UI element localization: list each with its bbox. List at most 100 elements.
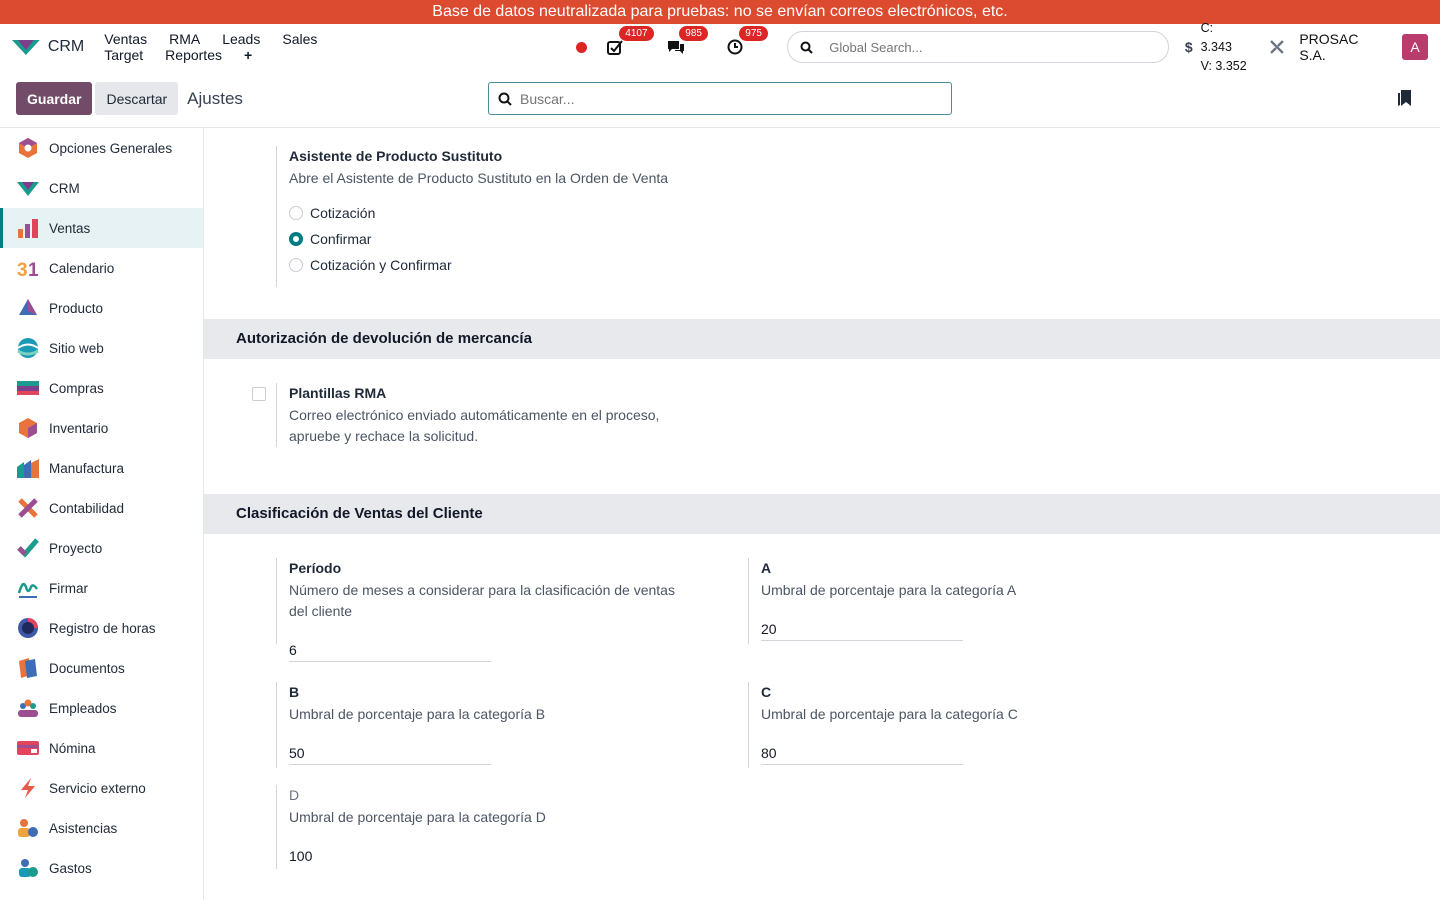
category-b-input[interactable]: 50: [289, 741, 491, 765]
radio-button-checked[interactable]: [289, 232, 303, 246]
sidebar-item-crm[interactable]: CRM: [0, 168, 203, 208]
exchange-rate: $ C: 3.343 V: 3.352: [1185, 19, 1248, 76]
manufacturing-app-icon: [17, 459, 39, 478]
radio-button[interactable]: [289, 258, 303, 272]
documents-app-icon: [19, 658, 37, 678]
checkbox-activity-icon: [607, 40, 624, 55]
period-input[interactable]: 6: [289, 638, 491, 662]
sidebar-item-calendario[interactable]: 31 Calendario: [0, 248, 203, 288]
menu-leads[interactable]: Leads: [222, 31, 260, 47]
search-icon: [800, 41, 813, 54]
setting-divider: [276, 146, 277, 287]
menu-reportes[interactable]: Reportes: [165, 47, 222, 63]
setting-divider: [276, 558, 277, 644]
bookmark-icon[interactable]: [1398, 90, 1412, 107]
sidebar-item-asistencias[interactable]: Asistencias: [0, 808, 203, 848]
sidebar-item-firmar[interactable]: Firmar: [0, 568, 203, 608]
rma-templates-setting: Plantillas RMA Correo electrónico enviad…: [289, 385, 659, 447]
radio-option-confirmar[interactable]: Confirmar: [289, 226, 668, 252]
purchase-app-icon: [17, 381, 39, 395]
category-c-setting: C Umbral de porcentaje para la categoría…: [761, 684, 1018, 765]
employees-app-icon: [18, 699, 38, 717]
timesheet-app-icon: [18, 618, 38, 638]
company-switcher[interactable]: PROSAC S.A.: [1299, 31, 1388, 63]
sidebar-item-compras[interactable]: Compras: [0, 368, 203, 408]
section-header-rma: Autorización de devolución de mercancía: [204, 319, 1440, 359]
setting-title: C: [761, 684, 772, 700]
sidebar-item-label: Servicio externo: [49, 780, 146, 796]
sidebar-item-inventario[interactable]: Inventario: [0, 408, 203, 448]
setting-divider: [276, 682, 277, 768]
sidebar-item-label: Opciones Generales: [49, 140, 173, 156]
setting-description: Umbral de porcentaje para la categoría C: [761, 706, 1018, 722]
crm-app-icon: [17, 182, 39, 196]
sidebar-item-manufactura[interactable]: Manufactura: [0, 448, 203, 488]
rma-templates-checkbox[interactable]: [252, 387, 266, 401]
period-setting: Período Número de meses a considerar par…: [289, 560, 675, 662]
sidebar-item-proyecto[interactable]: Proyecto: [0, 528, 203, 568]
app-name[interactable]: CRM: [48, 38, 84, 56]
radio-label: Cotización: [310, 205, 376, 221]
setting-description: Umbral de porcentaje para la categoría D: [289, 809, 546, 825]
sidebar-item-gastos[interactable]: Gastos: [0, 848, 203, 888]
setting-divider: [748, 682, 749, 768]
settings-search-box[interactable]: [488, 82, 952, 115]
substitute-product-setting: Asistente de Producto Sustituto Abre el …: [289, 148, 668, 278]
sales-app-icon: [18, 219, 38, 238]
sidebar-item-label: Empleados: [49, 700, 117, 716]
sidebar-item-servicio-externo[interactable]: Servicio externo: [0, 768, 203, 808]
clock-icon: [727, 39, 743, 55]
sidebar-item-label: CRM: [49, 180, 80, 196]
global-search-box[interactable]: [787, 31, 1169, 63]
settings-app-icon: [19, 138, 37, 158]
category-a-setting: A Umbral de porcentaje para la categoría…: [761, 560, 1016, 641]
menu-ventas[interactable]: Ventas: [104, 31, 147, 47]
radio-button[interactable]: [289, 206, 303, 220]
sidebar-item-label: Firmar: [49, 580, 88, 596]
setting-description-line2: del cliente: [289, 603, 353, 619]
crm-logo-icon[interactable]: [12, 38, 40, 56]
sidebar-item-label: Registro de horas: [49, 620, 156, 636]
global-search-input[interactable]: [829, 39, 1130, 55]
radio-option-cotizacion-y-confirmar[interactable]: Cotización y Confirmar: [289, 252, 668, 278]
category-a-input[interactable]: 20: [761, 617, 963, 641]
attendance-app-icon: [18, 819, 38, 837]
sidebar-item-nomina[interactable]: Nómina: [0, 728, 203, 768]
settings-content: Asistente de Producto Sustituto Abre el …: [204, 128, 1440, 900]
dollar-icon: $: [1184, 39, 1193, 55]
tools-icon[interactable]: [1269, 39, 1285, 55]
setting-divider: [276, 785, 277, 869]
category-c-input[interactable]: 80: [761, 741, 963, 765]
svg-text:3: 3: [17, 260, 28, 279]
plus-icon[interactable]: +: [244, 47, 252, 63]
discard-button[interactable]: Descartar: [95, 82, 179, 115]
messages-count-badge: 985: [679, 26, 708, 41]
calendar-app-icon: 31: [17, 260, 39, 279]
save-button[interactable]: Guardar: [16, 82, 93, 115]
radio-option-cotizacion[interactable]: Cotización: [289, 200, 668, 226]
sidebar-item-documentos[interactable]: Documentos: [0, 648, 203, 688]
sidebar-item-empleados[interactable]: Empleados: [0, 688, 203, 728]
sidebar-item-opciones-generales[interactable]: Opciones Generales: [0, 128, 203, 168]
activity-button[interactable]: 4107: [607, 26, 654, 59]
website-app-icon: [17, 338, 39, 358]
messages-button[interactable]: 985: [667, 26, 708, 59]
sidebar-item-registro-de-horas[interactable]: Registro de horas: [0, 608, 203, 648]
setting-title: Asistente de Producto Sustituto: [289, 148, 503, 164]
settings-search-input[interactable]: [520, 90, 920, 107]
product-app-icon: [19, 299, 37, 315]
sidebar-item-sitio-web[interactable]: Sitio web: [0, 328, 203, 368]
sidebar-item-ventas[interactable]: Ventas: [0, 208, 203, 248]
sidebar-item-contabilidad[interactable]: Contabilidad: [0, 488, 203, 528]
main-menu: Ventas RMA Leads Sales Target Reportes +: [104, 31, 488, 63]
inventory-app-icon: [19, 418, 37, 438]
menu-rma[interactable]: RMA: [169, 31, 200, 47]
sidebar-item-label: Proyecto: [49, 540, 103, 556]
recording-dot-icon[interactable]: [576, 41, 588, 53]
setting-description: Umbral de porcentaje para la categoría A: [761, 582, 1017, 598]
sidebar-item-producto[interactable]: Producto: [0, 288, 203, 328]
clock-activity-button[interactable]: 975: [727, 26, 768, 59]
user-avatar[interactable]: A: [1402, 34, 1429, 60]
setting-description: Abre el Asistente de Producto Sustituto …: [289, 170, 669, 186]
clock-count-badge: 975: [739, 26, 768, 41]
